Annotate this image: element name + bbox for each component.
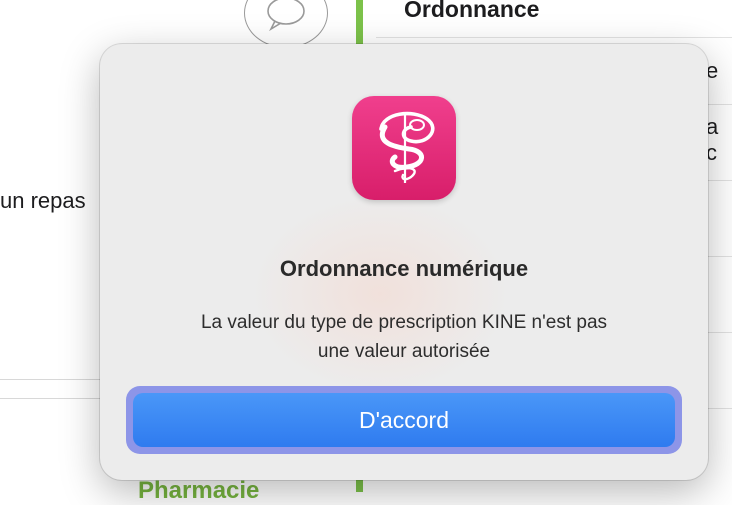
dialog-title: Ordonnance numérique (279, 256, 529, 281)
caduceus-glyph (379, 111, 435, 183)
dialog-message: La valeur du type de prescription KINE n… (140, 308, 668, 366)
ok-button[interactable]: D'accord (133, 393, 675, 447)
dialog-message-line: une valeur autorisée (317, 341, 491, 362)
caduceus-app-icon (352, 96, 456, 200)
dialog-message-line: La valeur du type de prescription KINE n… (200, 312, 608, 333)
alert-dialog: Ordonnance numérique La valeur du type d… (100, 44, 708, 480)
